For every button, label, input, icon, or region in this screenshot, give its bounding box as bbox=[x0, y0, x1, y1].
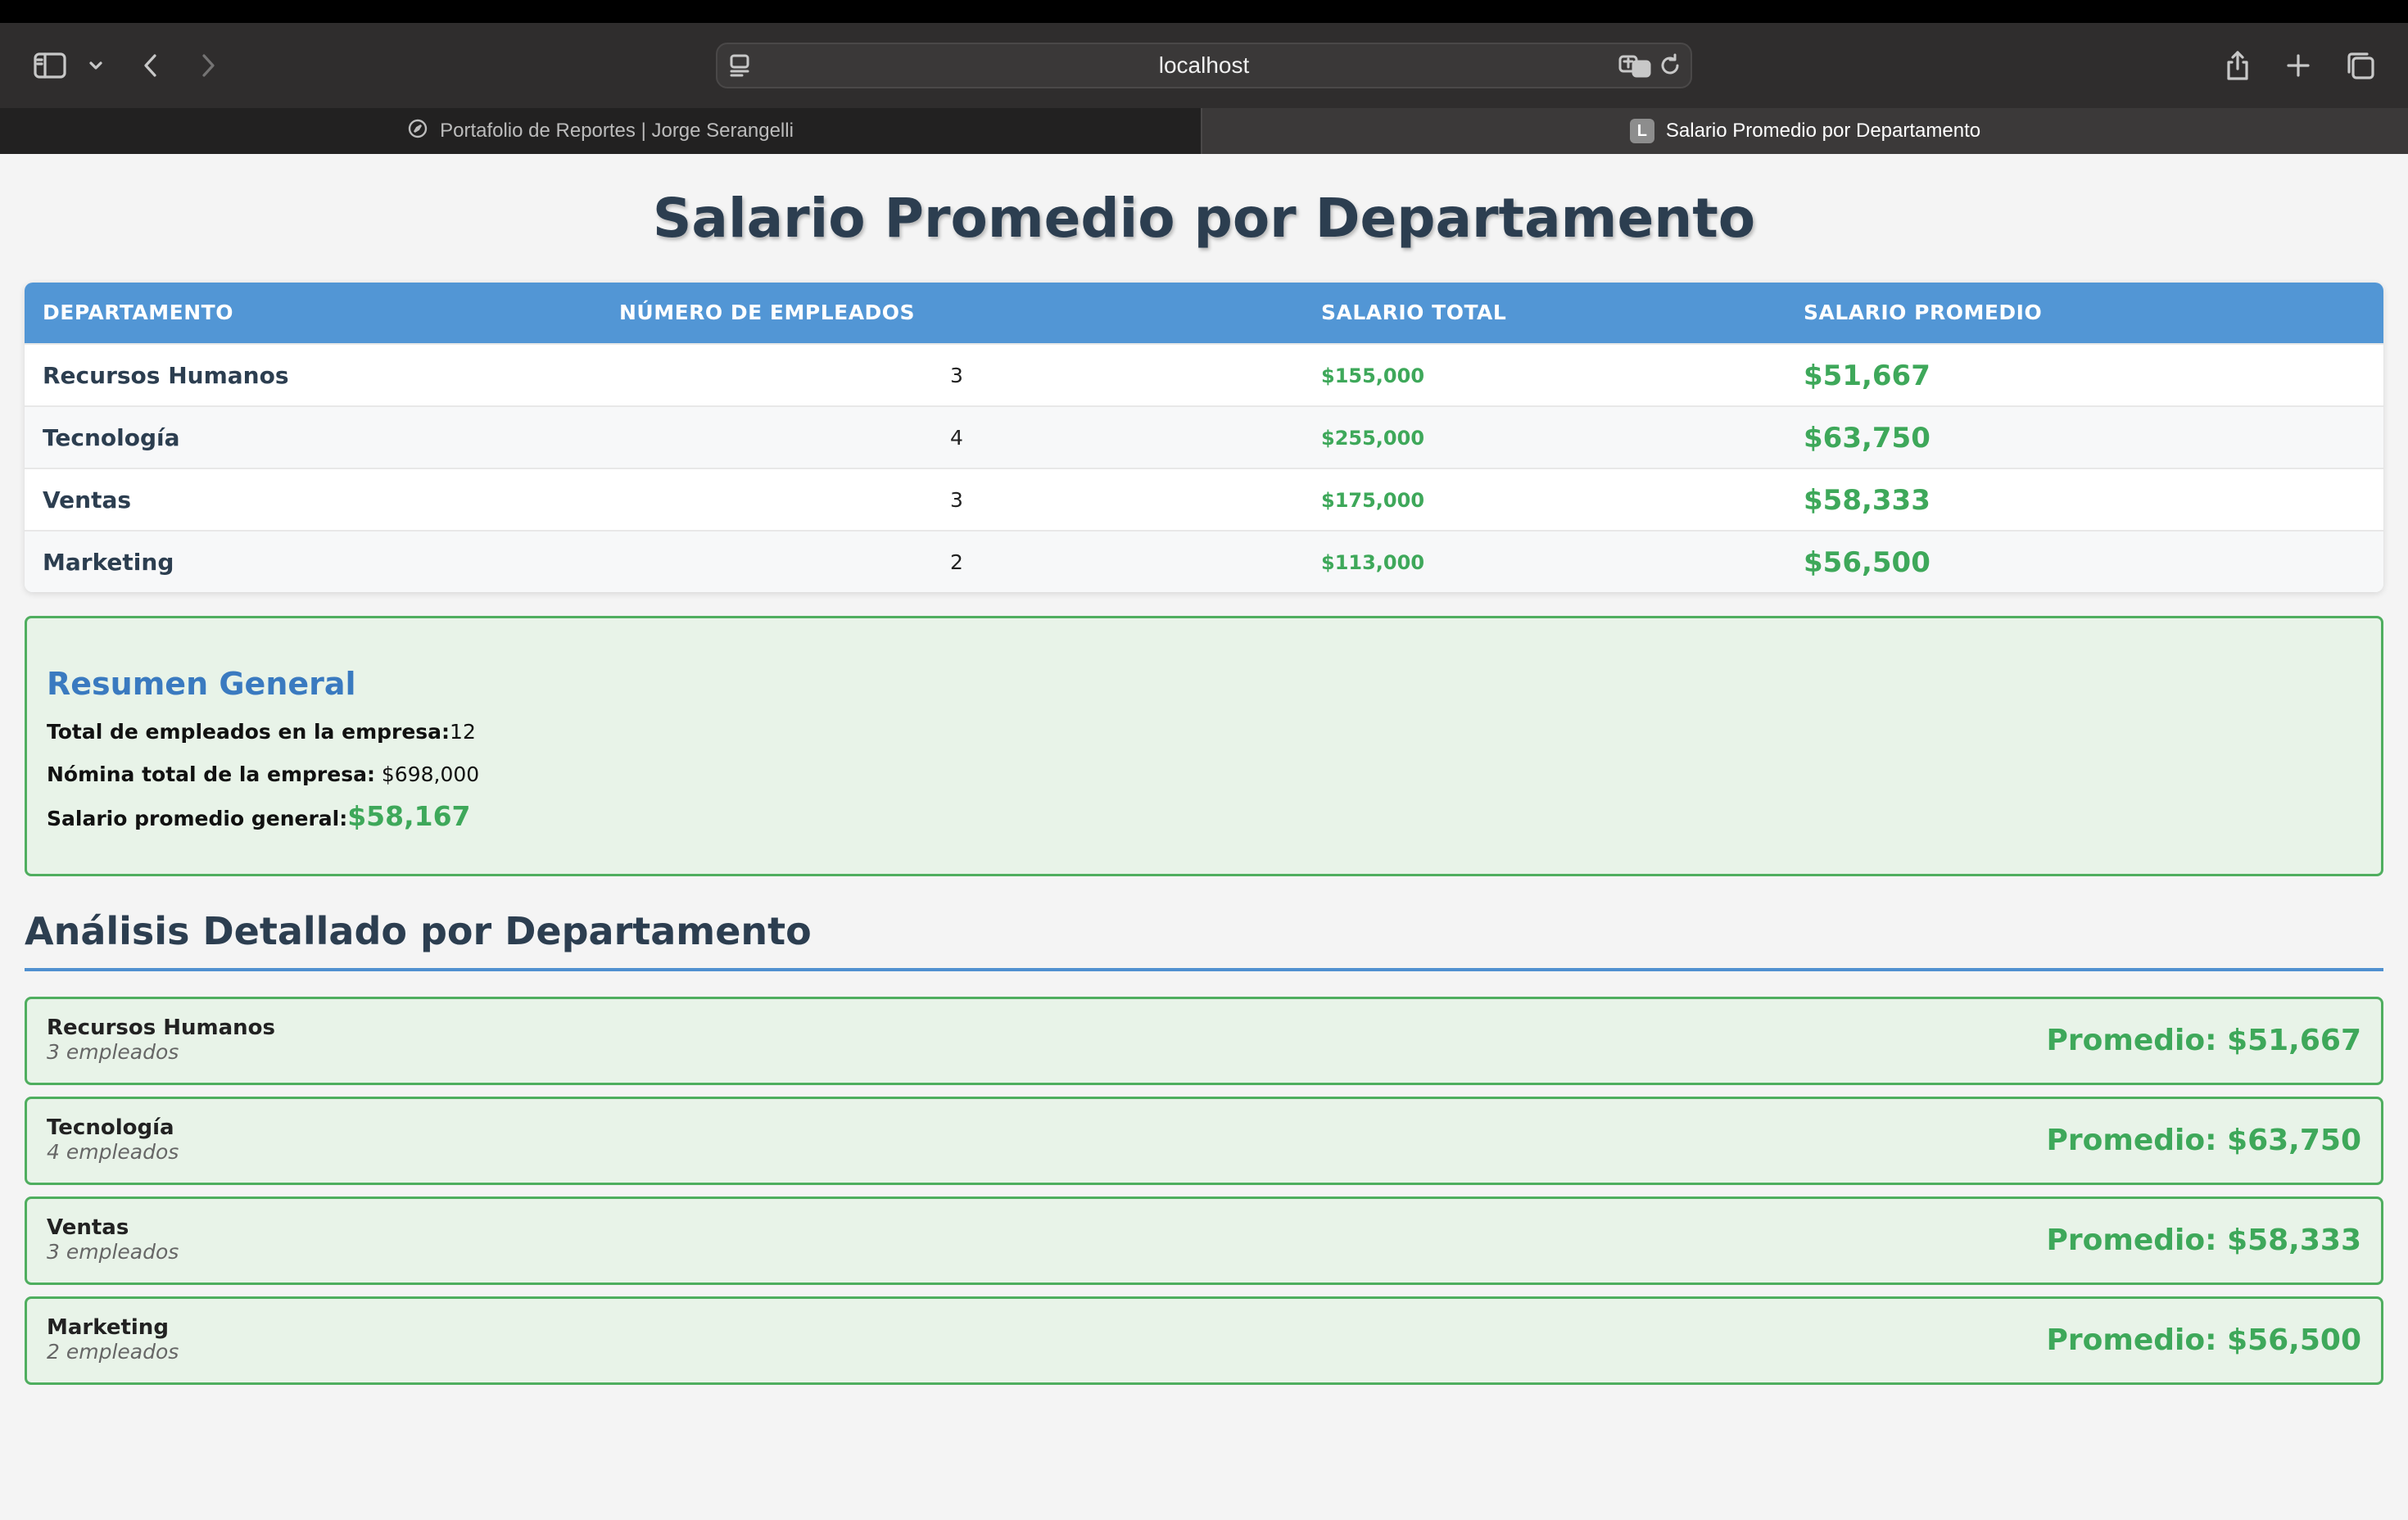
back-arrow-icon[interactable] bbox=[136, 23, 165, 108]
department-card: Tecnología 4 empleados Promedio: $63,750 bbox=[25, 1097, 2383, 1185]
cell-average: $63,750 bbox=[1804, 422, 1930, 455]
cell-average: $56,500 bbox=[1804, 546, 1930, 579]
cell-department: Marketing bbox=[43, 549, 174, 576]
tab-salario[interactable]: L Salario Promedio por Departamento bbox=[1202, 108, 2408, 154]
cell-employees: 2 bbox=[950, 550, 963, 574]
address-bar[interactable]: localhost bbox=[716, 43, 1692, 88]
cell-total: $255,000 bbox=[1321, 427, 1425, 450]
table-row: Tecnología 4 $255,000 $63,750 bbox=[25, 405, 2383, 468]
department-card: Marketing 2 empleados Promedio: $56,500 bbox=[25, 1296, 2383, 1385]
summary-box: Resumen General Total de empleados en la… bbox=[25, 616, 2383, 876]
cell-total: $175,000 bbox=[1321, 489, 1425, 512]
tab-bar: Portafolio de Reportes | Jorge Serangell… bbox=[0, 108, 2408, 154]
card-employee-count: 2 empleados bbox=[47, 1340, 179, 1364]
card-employee-count: 3 empleados bbox=[47, 1240, 179, 1264]
cell-total: $113,000 bbox=[1321, 551, 1425, 574]
summary-value: 12 bbox=[450, 720, 476, 744]
column-header-department: DEPARTAMENTO bbox=[43, 301, 233, 324]
card-employee-count: 4 empleados bbox=[47, 1140, 179, 1164]
cell-total: $155,000 bbox=[1321, 364, 1425, 387]
tab-favicon: L bbox=[1629, 119, 1654, 143]
table-header: DEPARTAMENTO NÚMERO DE EMPLEADOS SALARIO… bbox=[25, 283, 2383, 343]
new-tab-icon[interactable] bbox=[2282, 23, 2315, 108]
table-row: Ventas 3 $175,000 $58,333 bbox=[25, 468, 2383, 530]
card-average: Promedio: $56,500 bbox=[2046, 1323, 2361, 1357]
column-header-employees: NÚMERO DE EMPLEADOS bbox=[619, 301, 916, 324]
summary-label: Salario promedio general: bbox=[47, 807, 348, 830]
cell-employees: 3 bbox=[950, 364, 963, 387]
tab-label: Salario Promedio por Departamento bbox=[1665, 120, 1981, 142]
page-content: Salario Promedio por Departamento DEPART… bbox=[0, 154, 2408, 1520]
summary-value: $58,167 bbox=[347, 800, 471, 832]
compass-icon bbox=[407, 118, 428, 145]
card-department-name: Marketing bbox=[47, 1315, 169, 1340]
table-row: Marketing 2 $113,000 $56,500 bbox=[25, 530, 2383, 592]
summary-label: Total de empleados en la empresa: bbox=[47, 720, 450, 744]
department-card: Ventas 3 empleados Promedio: $58,333 bbox=[25, 1197, 2383, 1285]
table-row: Recursos Humanos 3 $155,000 $51,667 bbox=[25, 343, 2383, 405]
tab-portfolio[interactable]: Portafolio de Reportes | Jorge Serangell… bbox=[0, 108, 1202, 154]
cell-employees: 3 bbox=[950, 488, 963, 512]
card-average: Promedio: $58,333 bbox=[2046, 1224, 2361, 1257]
cell-employees: 4 bbox=[950, 426, 963, 450]
system-menubar bbox=[0, 0, 2408, 23]
column-header-average: SALARIO PROMEDIO bbox=[1804, 301, 2043, 324]
chevron-down-icon[interactable] bbox=[85, 23, 106, 108]
cell-average: $51,667 bbox=[1804, 360, 1930, 392]
analysis-title: Análisis Detallado por Departamento bbox=[25, 909, 812, 953]
tab-label: Portafolio de Reportes | Jorge Serangell… bbox=[440, 120, 794, 142]
cell-department: Ventas bbox=[43, 486, 132, 513]
cell-department: Recursos Humanos bbox=[43, 362, 289, 389]
salary-table: DEPARTAMENTO NÚMERO DE EMPLEADOS SALARIO… bbox=[25, 283, 2383, 592]
reload-icon[interactable] bbox=[1658, 44, 1682, 87]
column-header-total: SALARIO TOTAL bbox=[1321, 301, 1507, 324]
card-department-name: Tecnología bbox=[47, 1115, 174, 1140]
card-employee-count: 3 empleados bbox=[47, 1040, 179, 1064]
translate-icon[interactable] bbox=[1618, 44, 1651, 87]
cell-average: $58,333 bbox=[1804, 484, 1930, 517]
summary-label: Nómina total de la empresa: bbox=[47, 762, 375, 786]
card-department-name: Recursos Humanos bbox=[47, 1016, 276, 1040]
share-icon[interactable] bbox=[2221, 23, 2254, 108]
section-divider bbox=[25, 968, 2383, 971]
card-average: Promedio: $51,667 bbox=[2046, 1024, 2361, 1057]
url-text[interactable]: localhost bbox=[717, 44, 1691, 87]
card-average: Promedio: $63,750 bbox=[2046, 1124, 2361, 1157]
department-card: Recursos Humanos 3 empleados Promedio: $… bbox=[25, 997, 2383, 1085]
forward-arrow-icon[interactable] bbox=[193, 23, 223, 108]
page-title: Salario Promedio por Departamento bbox=[652, 187, 1756, 250]
cell-department: Tecnología bbox=[43, 424, 180, 451]
summary-average: Salario promedio general:$58,167 bbox=[47, 800, 471, 832]
card-department-name: Ventas bbox=[47, 1215, 129, 1240]
sidebar-toggle-icon[interactable] bbox=[29, 23, 70, 108]
tab-overview-icon[interactable] bbox=[2344, 23, 2377, 108]
summary-value: $698,000 bbox=[381, 762, 480, 786]
browser-toolbar: localhost bbox=[0, 23, 2408, 108]
summary-total-employees: Total de empleados en la empresa:12 bbox=[47, 720, 476, 744]
summary-title: Resumen General bbox=[47, 666, 356, 702]
summary-payroll: Nómina total de la empresa: $698,000 bbox=[47, 762, 479, 786]
